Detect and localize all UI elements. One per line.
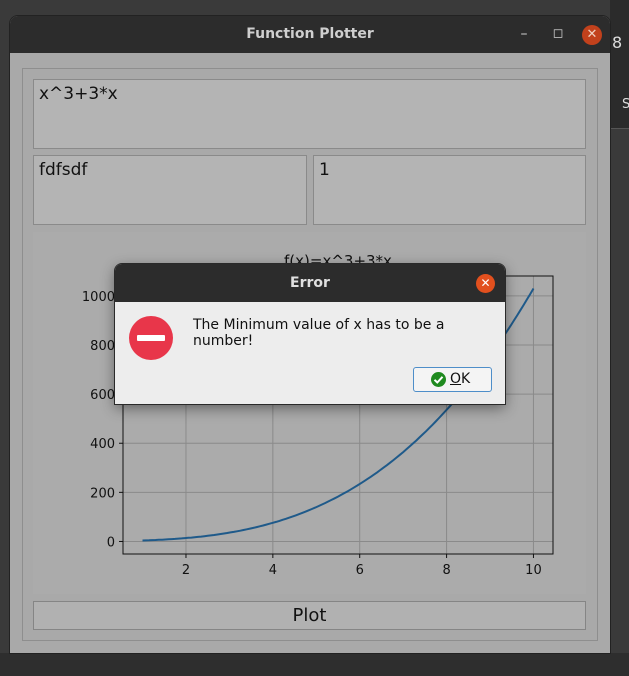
- y-tick-label: 400: [90, 437, 115, 452]
- x-tick-label: 8: [442, 563, 450, 578]
- plot-button[interactable]: Plot: [33, 601, 586, 630]
- maximize-icon[interactable]: ◻: [549, 26, 567, 42]
- background-desktop-strip: 8 S: [610, 0, 629, 129]
- background-desktop-bottom: [0, 653, 629, 676]
- background-glyph: 8: [612, 33, 623, 52]
- ok-button-label: OK: [450, 371, 471, 387]
- min-x-input[interactable]: fdfsdf: [33, 155, 307, 225]
- error-icon-bar: [137, 335, 165, 341]
- x-tick-label: 2: [182, 563, 190, 578]
- y-tick-label: 0: [107, 535, 115, 550]
- dialog-titlebar: Error ✕: [115, 264, 505, 302]
- function-input[interactable]: x^3+3*x: [33, 79, 586, 149]
- y-tick-label: 800: [90, 339, 115, 354]
- y-tick-label: 600: [90, 388, 115, 403]
- error-dialog: Error ✕ The Minimum value of x has to be…: [115, 264, 505, 404]
- x-tick-label: 6: [356, 563, 364, 578]
- error-icon: [129, 316, 173, 360]
- y-tick-label: 1000: [82, 290, 115, 305]
- error-message: The Minimum value of x has to be a numbe…: [193, 317, 445, 349]
- dialog-title: Error: [290, 275, 330, 291]
- ok-button[interactable]: OK: [413, 367, 492, 392]
- dialog-close-icon[interactable]: ✕: [476, 274, 495, 293]
- x-tick-label: 4: [269, 563, 277, 578]
- max-x-input[interactable]: 1: [313, 155, 586, 225]
- y-tick-label: 200: [90, 486, 115, 501]
- window-titlebar[interactable]: Function Plotter – ◻ ✕: [10, 16, 610, 53]
- x-tick-label: 10: [525, 563, 542, 578]
- background-glyph: S: [622, 97, 629, 112]
- checkmark-icon: [431, 372, 446, 387]
- minimize-icon[interactable]: –: [515, 26, 533, 42]
- close-icon[interactable]: ✕: [582, 25, 602, 45]
